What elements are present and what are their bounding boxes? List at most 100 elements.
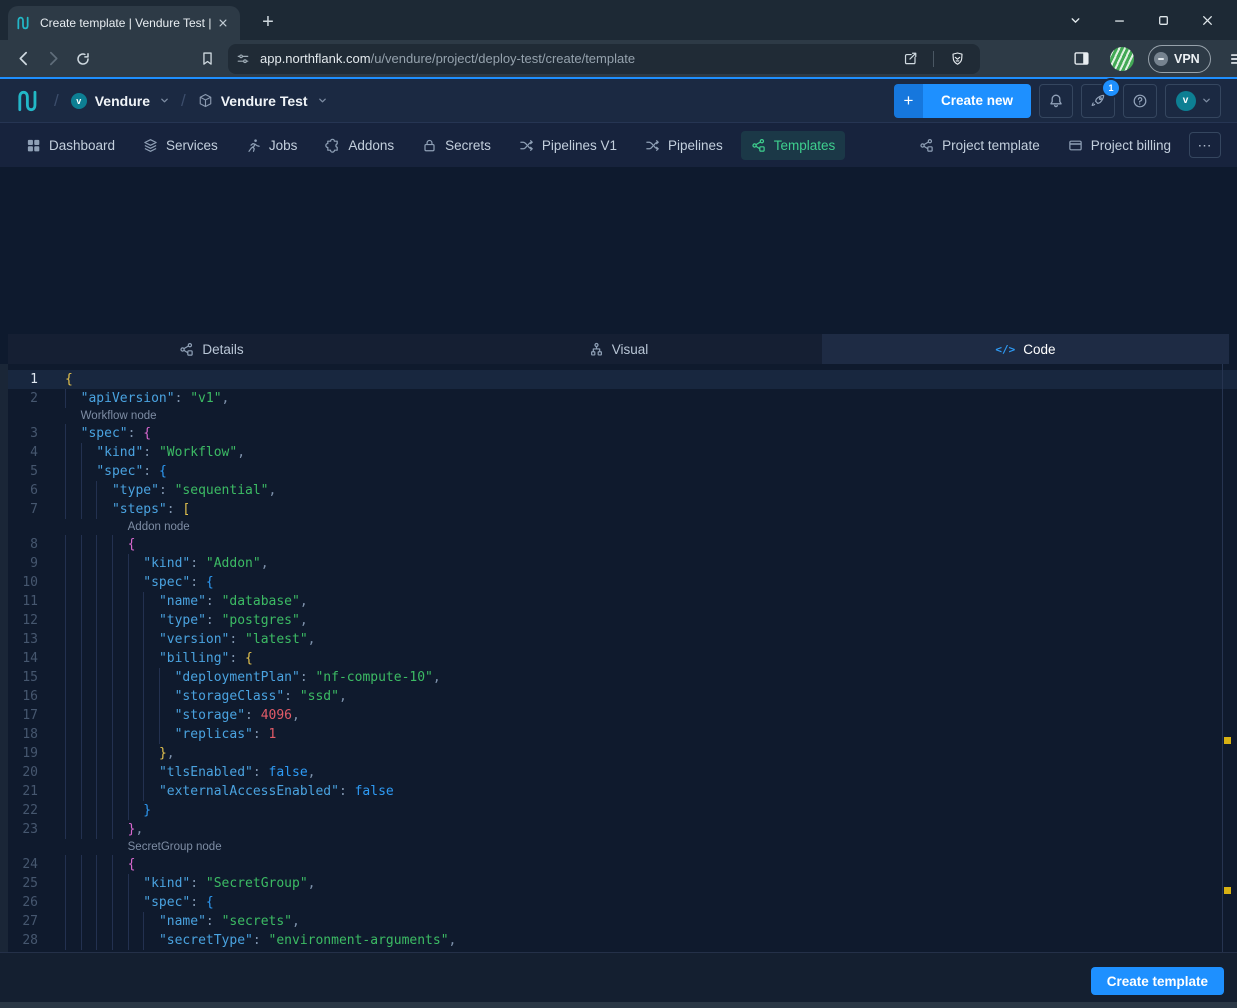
code-line[interactable]: 1{ — [0, 370, 1237, 389]
code-icon: </> — [995, 340, 1015, 358]
nav-item-project-template[interactable]: Project template — [909, 131, 1050, 160]
browser-tab-active[interactable]: Create template | Vendure Test | — [8, 6, 240, 40]
chevron-down-icon — [318, 96, 327, 105]
bookmark-icon[interactable] — [192, 44, 222, 74]
share-icon[interactable] — [895, 44, 925, 74]
tab-details[interactable]: Details — [8, 334, 415, 364]
tab-label: Details — [202, 342, 243, 357]
templates-icon — [919, 138, 934, 153]
code-line[interactable]: 11 "name": "database", — [0, 592, 1237, 611]
code-line[interactable]: 3 "spec": { — [0, 424, 1237, 443]
nav-item-label: Jobs — [269, 138, 298, 153]
nav-item-services[interactable]: Services — [133, 131, 228, 160]
browser-tab-bar: Create template | Vendure Test | + — [0, 0, 1237, 40]
code-line[interactable]: 22 } — [0, 801, 1237, 820]
project-name: Vendure Test — [221, 93, 308, 109]
nav-item-pipelines-v1[interactable]: Pipelines V1 — [509, 131, 627, 160]
org-name: Vendure — [95, 93, 150, 109]
whats-new-button[interactable]: 1 — [1081, 84, 1115, 118]
code-line[interactable]: 18 "replicas": 1 — [0, 725, 1237, 744]
code-line[interactable]: 13 "version": "latest", — [0, 630, 1237, 649]
northflank-logo-icon[interactable] — [16, 88, 42, 114]
form-footer: Create template — [0, 952, 1237, 1002]
url-bar[interactable]: app.northflank.com/u/vendure/project/dep… — [228, 44, 980, 74]
help-button[interactable] — [1123, 84, 1157, 118]
code-line[interactable]: 25 "kind": "SecretGroup", — [0, 874, 1237, 893]
code-line[interactable]: 17 "storage": 4096, — [0, 706, 1237, 725]
chevron-down-icon — [160, 96, 169, 105]
breadcrumb-project[interactable]: Vendure Test — [198, 93, 327, 109]
create-template-button[interactable]: Create template — [1091, 967, 1224, 995]
dashboard-icon — [26, 138, 41, 153]
window-minimize-icon[interactable] — [1097, 0, 1141, 40]
code-line[interactable]: 16 "storageClass": "ssd", — [0, 687, 1237, 706]
breadcrumb-org[interactable]: v Vendure — [71, 93, 169, 109]
code-line[interactable]: 8 { — [0, 535, 1237, 554]
notification-count-badge: 1 — [1101, 78, 1121, 98]
tab-close-icon[interactable] — [214, 14, 232, 32]
code-line[interactable]: 23 }, — [0, 820, 1237, 839]
sidebar-toggle-icon[interactable] — [1066, 44, 1096, 74]
brave-shields-icon[interactable] — [942, 44, 972, 74]
nav-item-secrets[interactable]: Secrets — [412, 131, 501, 160]
nav-items: Dashboard Services Jobs Addons Secrets Pipeli… — [16, 131, 845, 160]
pipelines-icon — [645, 138, 660, 153]
tab-visual[interactable]: Visual — [415, 334, 822, 364]
code-line[interactable]: 4 "kind": "Workflow", — [0, 443, 1237, 462]
nav-item-label: Templates — [774, 138, 836, 153]
codelens-annotation: SecretGroup node — [0, 839, 1237, 855]
nav-item-templates[interactable]: Templates — [741, 131, 846, 160]
northflank-favicon-icon — [16, 15, 32, 31]
codelens-annotation: Addon node — [0, 519, 1237, 535]
code-line[interactable]: 6 "type": "sequential", — [0, 481, 1237, 500]
nav-item-addons[interactable]: Addons — [315, 131, 404, 160]
user-menu-button[interactable]: v — [1165, 84, 1221, 118]
code-line[interactable]: 21 "externalAccessEnabled": false — [0, 782, 1237, 801]
back-icon[interactable] — [8, 44, 38, 74]
nav-more-button[interactable]: ⋯ — [1189, 132, 1221, 158]
code-line[interactable]: 20 "tlsEnabled": false, — [0, 763, 1237, 782]
tab-search-icon[interactable] — [1053, 0, 1097, 40]
code-line[interactable]: 28 "secretType": "environment-arguments"… — [0, 931, 1237, 950]
nav-item-label: Services — [166, 138, 218, 153]
secrets-icon — [422, 138, 437, 153]
browser-toolbar: app.northflank.com/u/vendure/project/dep… — [0, 40, 1237, 77]
nav-item-label: Pipelines — [668, 138, 723, 153]
notifications-button[interactable] — [1039, 84, 1073, 118]
plus-icon[interactable]: + — [894, 84, 923, 118]
create-new-label: Create new — [923, 84, 1031, 118]
vpn-button[interactable]: VPN — [1148, 45, 1211, 73]
window-maximize-icon[interactable] — [1141, 0, 1185, 40]
code-line[interactable]: 5 "spec": { — [0, 462, 1237, 481]
code-line[interactable]: 12 "type": "postgres", — [0, 611, 1237, 630]
tab-code[interactable]: </>Code — [822, 334, 1229, 364]
url-text[interactable]: app.northflank.com/u/vendure/project/dep… — [260, 51, 895, 66]
toolbar-divider — [933, 51, 934, 67]
nav-item-jobs[interactable]: Jobs — [236, 131, 308, 160]
reload-icon[interactable] — [68, 44, 98, 74]
code-line[interactable]: 15 "deploymentPlan": "nf-compute-10", — [0, 668, 1237, 687]
code-line[interactable]: 10 "spec": { — [0, 573, 1237, 592]
code-line[interactable]: 9 "kind": "Addon", — [0, 554, 1237, 573]
code-line[interactable]: 14 "billing": { — [0, 649, 1237, 668]
site-settings-icon[interactable] — [236, 52, 250, 66]
nav-item-dashboard[interactable]: Dashboard — [16, 131, 125, 160]
nav-item-pipelines[interactable]: Pipelines — [635, 131, 733, 160]
extension-icon[interactable] — [1110, 47, 1134, 71]
create-new-button[interactable]: + Create new — [894, 84, 1031, 118]
code-line[interactable]: 7 "steps": [ — [0, 500, 1237, 519]
window-close-icon[interactable] — [1185, 0, 1229, 40]
forward-icon[interactable] — [38, 44, 68, 74]
code-line[interactable]: 19 }, — [0, 744, 1237, 763]
code-line[interactable]: 27 "name": "secrets", — [0, 912, 1237, 931]
bell-icon — [1048, 93, 1064, 109]
new-tab-button[interactable]: + — [254, 8, 282, 36]
ruler-warning-marker — [1224, 887, 1231, 894]
code-line[interactable]: 2 "apiVersion": "v1", — [0, 389, 1237, 408]
code-line[interactable]: 26 "spec": { — [0, 893, 1237, 912]
nav-item-project-billing[interactable]: Project billing — [1058, 131, 1181, 160]
code-editor[interactable]: 1{2 "apiVersion": "v1",Workflow node3 "s… — [0, 364, 1237, 952]
code-line[interactable]: 24 { — [0, 855, 1237, 874]
browser-menu-icon[interactable] — [1223, 44, 1237, 74]
avatar: v — [1176, 91, 1196, 111]
